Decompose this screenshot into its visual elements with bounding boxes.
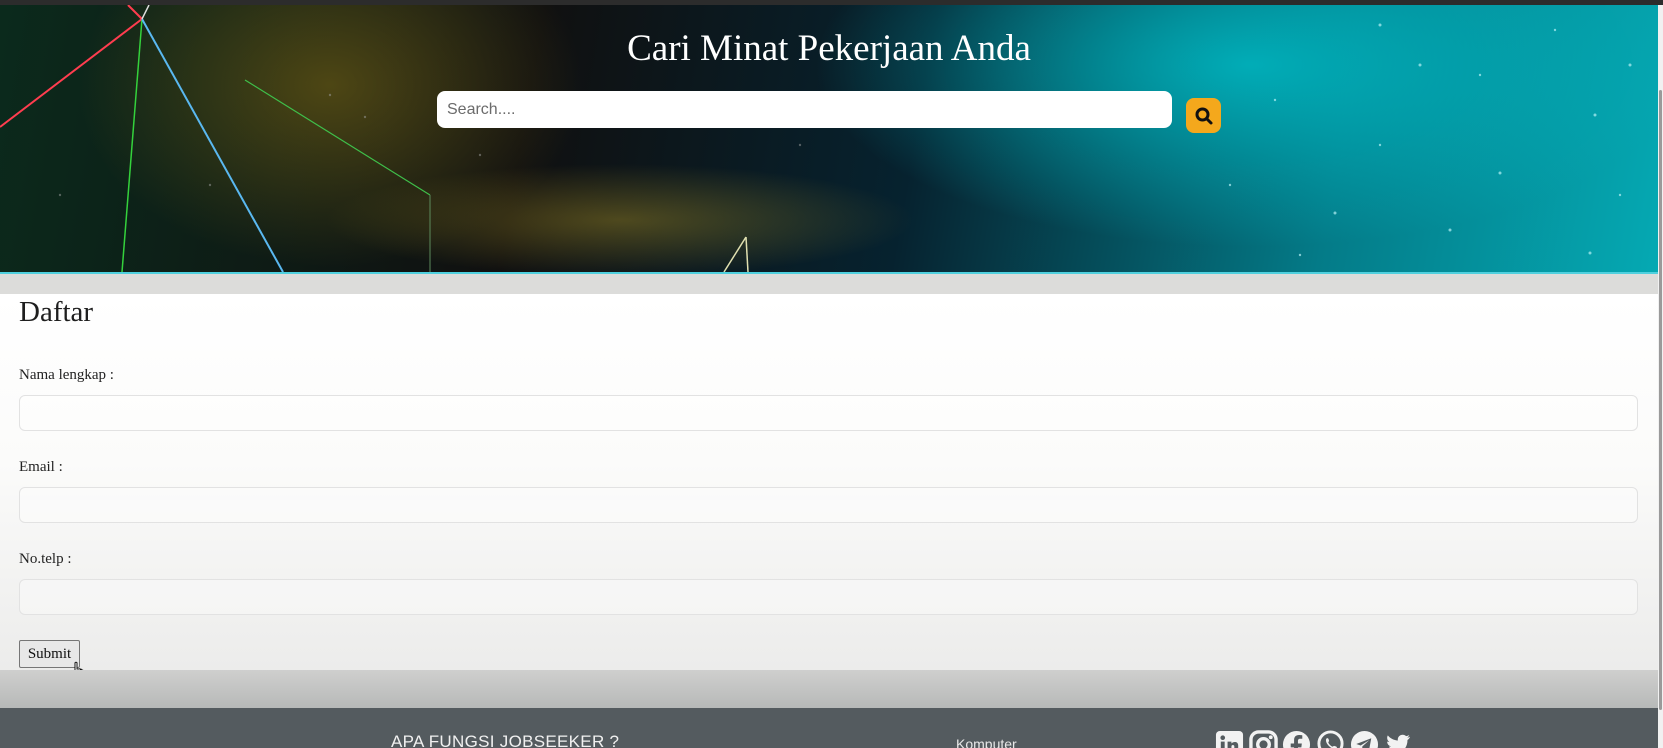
page-title: Cari Minat Pekerjaan Anda: [627, 28, 1031, 69]
form-title: Daftar: [19, 296, 94, 328]
phone-input[interactable]: [19, 579, 1638, 615]
email-input[interactable]: [19, 487, 1638, 523]
search-icon: [1195, 107, 1212, 124]
scrollbar-thumb[interactable]: [1659, 90, 1662, 710]
search-input[interactable]: [437, 91, 1172, 128]
full-name-input[interactable]: [19, 395, 1638, 431]
email-label: Email :: [19, 459, 63, 475]
twitter-icon[interactable]: [1383, 730, 1412, 748]
search-button[interactable]: [1186, 98, 1221, 133]
full-name-label: Nama lengkap :: [19, 367, 114, 383]
whatsapp-icon[interactable]: [1316, 730, 1345, 748]
footer-heading: APA FUNGSI JOBSEEKER ?: [391, 732, 620, 748]
facebook-icon[interactable]: [1282, 730, 1311, 748]
separator-band: [0, 274, 1658, 294]
content-bottom-band: [0, 670, 1658, 708]
linkedin-icon[interactable]: [1215, 730, 1244, 748]
phone-label: No.telp :: [19, 551, 72, 567]
footer-link-komputer[interactable]: Komputer: [956, 736, 1017, 748]
telegram-icon[interactable]: [1350, 730, 1379, 748]
registration-form: Daftar Nama lengkap : Email : No.telp : …: [0, 294, 1658, 670]
instagram-icon[interactable]: [1249, 730, 1278, 748]
hero-banner: Cari Minat Pekerjaan Anda: [0, 5, 1658, 274]
footer: APA FUNGSI JOBSEEKER ? Komputer: [0, 708, 1658, 748]
